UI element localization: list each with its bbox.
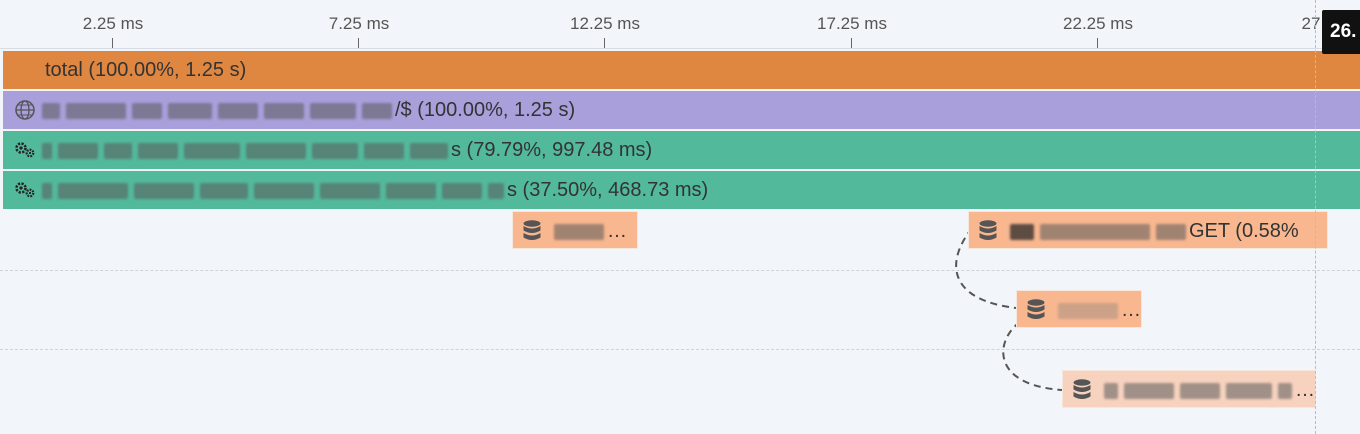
span-label-wrapper: … bbox=[1055, 291, 1141, 327]
tick-mark bbox=[1097, 38, 1098, 48]
span-label: GET (0.58% bbox=[1189, 220, 1299, 242]
time-axis: 2.25 ms 7.25 ms 12.25 ms 17.25 ms 22.25 … bbox=[0, 0, 1360, 48]
gears-icon bbox=[11, 131, 39, 169]
bar-label: s (79.79%, 997.48 ms) bbox=[451, 139, 653, 161]
bar-label-wrapper: s (37.50%, 468.73 ms) bbox=[39, 171, 708, 209]
span-box[interactable]: … bbox=[1016, 290, 1142, 328]
flame-bar-total[interactable]: total (100.00%, 1.25 s) bbox=[3, 51, 1360, 89]
tick-label: 2.25 ms bbox=[82, 14, 144, 33]
tick-mark bbox=[112, 38, 113, 48]
database-icon bbox=[1069, 371, 1095, 407]
span-label: … bbox=[1121, 299, 1141, 321]
tick-mark bbox=[604, 38, 605, 48]
span-label-wrapper: … bbox=[1101, 371, 1315, 407]
tick-label: 17.25 ms bbox=[817, 14, 887, 33]
bar-label: /$ (100.00%, 1.25 s) bbox=[395, 99, 576, 121]
time-cursor-line bbox=[1315, 0, 1316, 434]
axis-line bbox=[0, 48, 1360, 49]
globe-icon bbox=[11, 91, 39, 129]
flame-bar-endpoint[interactable]: /$ (100.00%, 1.25 s) bbox=[3, 91, 1360, 129]
span-box[interactable]: … bbox=[1062, 370, 1316, 408]
tick-mark bbox=[358, 38, 359, 48]
span-box[interactable]: GET (0.58% bbox=[968, 211, 1328, 249]
tick-label: 22.25 ms bbox=[1063, 14, 1133, 33]
flame-bar-service[interactable]: s (79.79%, 997.48 ms) bbox=[3, 131, 1360, 169]
tick-label: 12.25 ms bbox=[570, 14, 640, 33]
flame-bar-service[interactable]: s (37.50%, 468.73 ms) bbox=[3, 171, 1360, 209]
span-label: … bbox=[607, 220, 627, 242]
database-icon bbox=[519, 212, 545, 248]
database-icon bbox=[975, 212, 1001, 248]
bar-label-wrapper: /$ (100.00%, 1.25 s) bbox=[39, 91, 575, 129]
span-box[interactable]: … bbox=[512, 211, 638, 249]
row-separator bbox=[0, 349, 1360, 350]
span-label-wrapper: GET (0.58% bbox=[1007, 212, 1299, 248]
gears-icon bbox=[11, 171, 39, 209]
tick-mark bbox=[851, 38, 852, 48]
bar-label: s (37.50%, 468.73 ms) bbox=[507, 179, 709, 201]
span-label: … bbox=[1295, 379, 1315, 401]
tick-label: 7.25 ms bbox=[328, 14, 390, 33]
bar-label: total (100.00%, 1.25 s) bbox=[45, 59, 247, 81]
span-label-wrapper: … bbox=[551, 212, 627, 248]
tick-label: 27 bbox=[1301, 14, 1321, 33]
database-icon bbox=[1023, 291, 1049, 327]
row-separator bbox=[0, 270, 1360, 271]
bar-label-wrapper: s (79.79%, 997.48 ms) bbox=[39, 131, 652, 169]
time-cursor-badge: 26. bbox=[1322, 10, 1360, 54]
